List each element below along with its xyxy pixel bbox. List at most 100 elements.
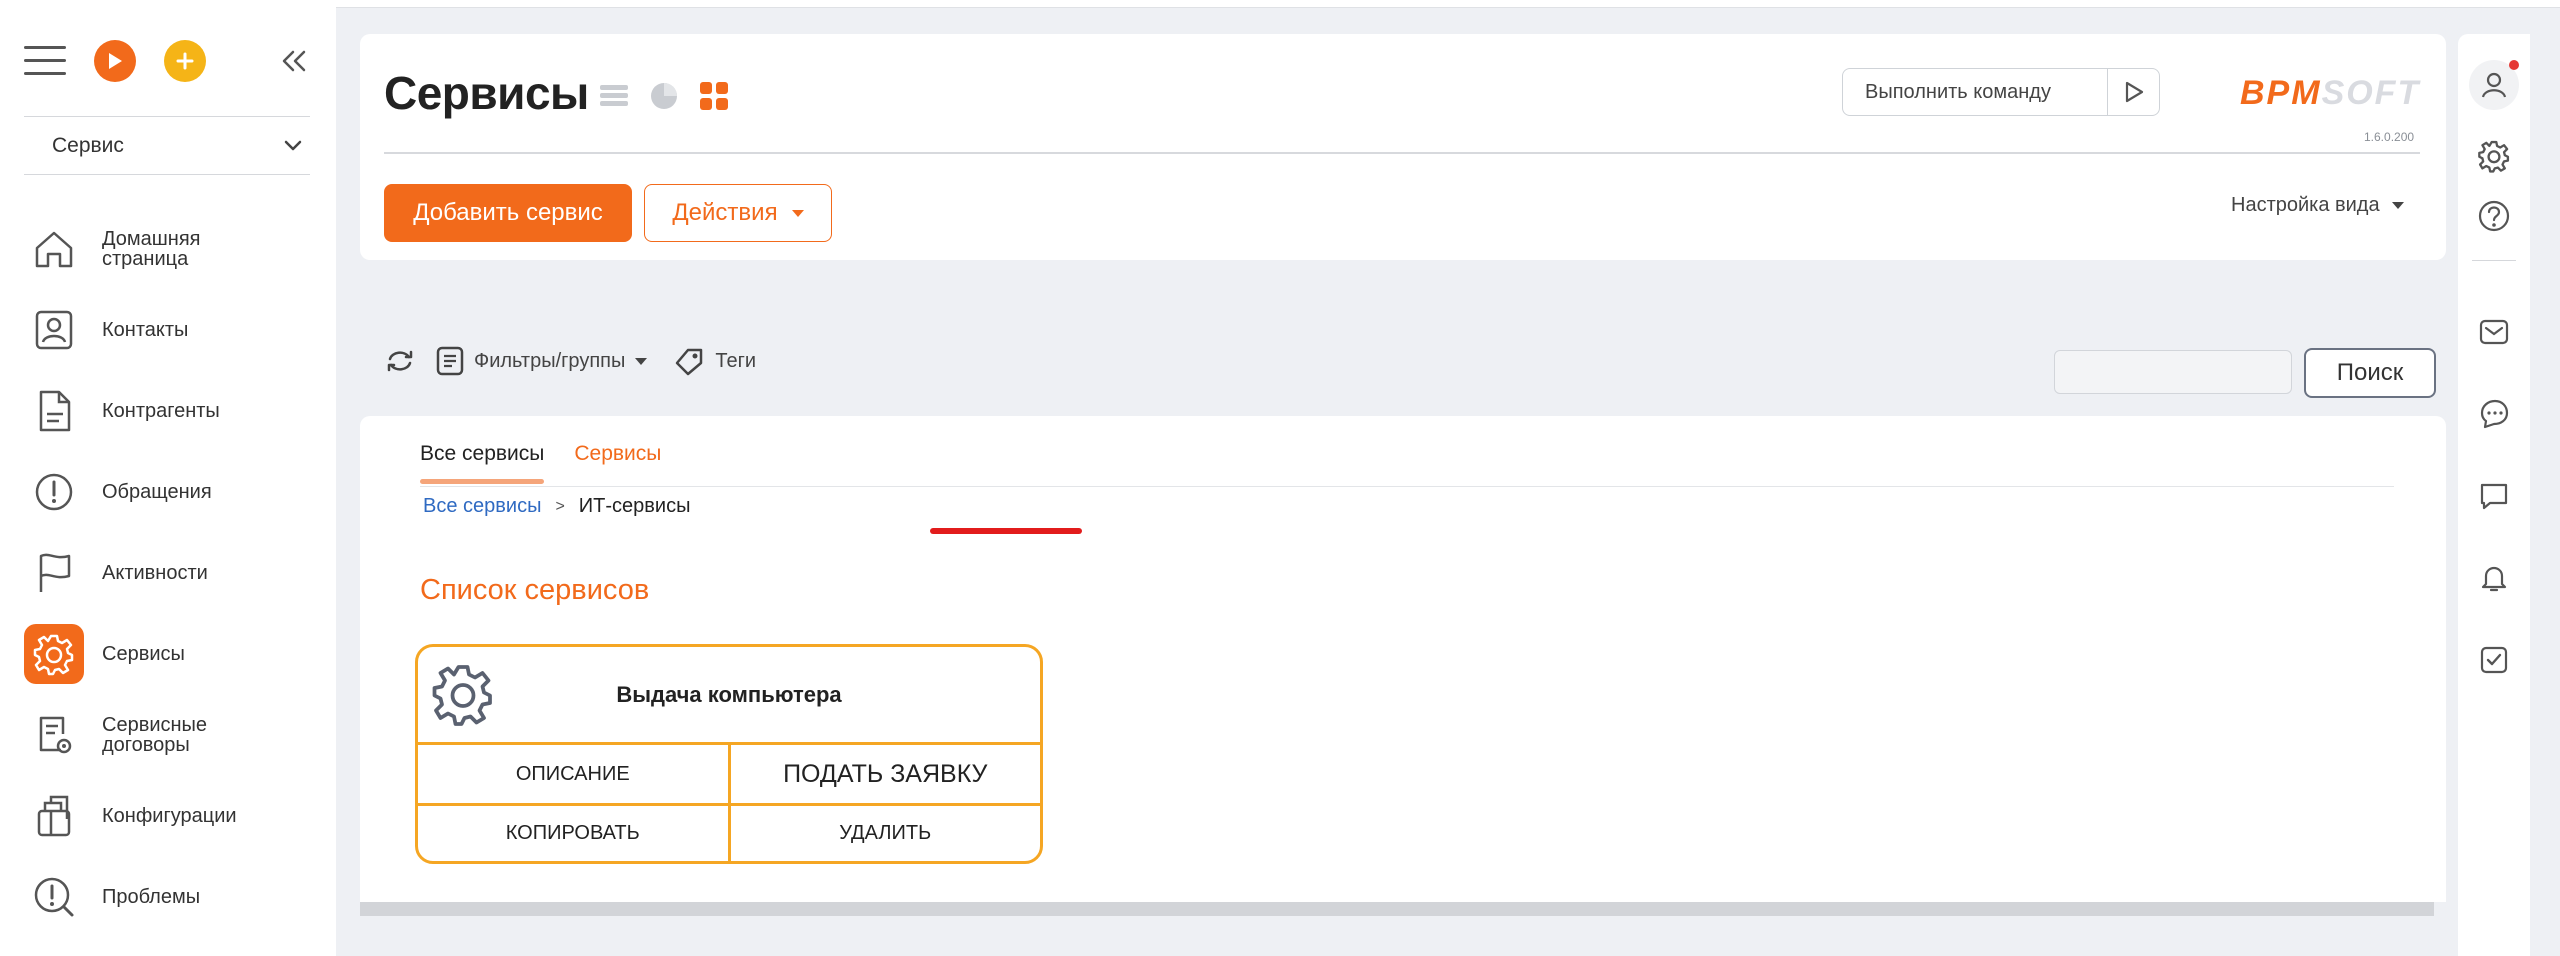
tag-icon: [676, 348, 703, 376]
command-input[interactable]: [1843, 79, 2103, 105]
sidebar-toolbar: [24, 36, 314, 88]
sidebar-item-label: Сервисы: [102, 642, 185, 665]
submit-request-button[interactable]: ПОДАТЬ ЗАЯВКУ: [727, 745, 1041, 803]
caret-down-icon: [635, 357, 648, 365]
left-sidebar: Сервис Домашняя страница Контакты Контра…: [0, 0, 336, 956]
chat-button[interactable]: [2472, 392, 2516, 436]
gear-icon: [24, 623, 84, 684]
notification-dot: [2509, 60, 2519, 70]
workspace-select[interactable]: Сервис: [24, 122, 310, 170]
version-label: 1.6.0.200: [2364, 130, 2415, 144]
play-icon: [109, 53, 122, 69]
configuration-icon: [24, 786, 84, 846]
sidebar-item-configurations[interactable]: Конфигурации: [24, 775, 324, 856]
sidebar-item-cases[interactable]: Обращения: [24, 451, 324, 532]
alert-circle-icon: [24, 462, 84, 522]
refresh-button[interactable]: [384, 347, 416, 375]
page-title: Сервисы: [384, 67, 589, 119]
actions-button[interactable]: Действия: [644, 184, 832, 242]
actions-label: Действия: [672, 199, 778, 226]
refresh-icon: [387, 350, 413, 372]
sidebar-item-label: Активности: [102, 561, 208, 584]
problem-icon: [24, 867, 84, 927]
chevron-down-icon: [284, 140, 302, 151]
collapse-sidebar-button[interactable]: [274, 40, 314, 82]
sidebar-item-label: Конфигурации: [102, 804, 237, 827]
bpmsoft-logo: BPMSOFT: [2240, 74, 2420, 113]
delete-button[interactable]: УДАЛИТЬ: [727, 806, 1041, 861]
tags-label: Теги: [715, 349, 757, 372]
caret-down-icon: [791, 209, 804, 217]
workspace-label: Сервис: [52, 134, 124, 157]
feed-button[interactable]: [2472, 474, 2516, 518]
notifications-button[interactable]: [2472, 556, 2516, 600]
contract-icon: [24, 705, 84, 765]
service-card-header: Выдача компьютера: [418, 647, 1040, 745]
service-name: Выдача компьютера: [616, 681, 842, 707]
view-settings-label: Настройка вида: [2231, 194, 2380, 216]
horizontal-scrollbar[interactable]: [360, 902, 2434, 916]
home-icon: [24, 219, 84, 279]
sidebar-item-contacts[interactable]: Контакты: [24, 289, 324, 370]
breadcrumb-current: ИТ-сервисы: [578, 495, 691, 517]
list-view-icon[interactable]: [598, 80, 630, 112]
sidebar-nav: Домашняя страница Контакты Контрагенты О…: [24, 208, 324, 937]
chart-view-icon[interactable]: [648, 80, 680, 112]
section-title: Список сервисов: [420, 574, 650, 606]
service-card-actions-row: ОПИСАНИЕ ПОДАТЬ ЗАЯВКУ: [418, 745, 1040, 803]
gear-icon: [432, 665, 492, 726]
run-command-button[interactable]: [2107, 69, 2159, 115]
comment-icon: [2480, 483, 2508, 510]
play-button[interactable]: [94, 40, 136, 82]
tab-services[interactable]: Сервисы: [574, 442, 661, 484]
menu-icon[interactable]: [24, 46, 66, 78]
tasks-button[interactable]: [2472, 638, 2516, 682]
sidebar-item-activities[interactable]: Активности: [24, 532, 324, 613]
sidebar-item-service-contracts[interactable]: Сервисные договоры: [24, 694, 324, 775]
plus-icon: [176, 52, 194, 70]
sidebar-item-label: Проблемы: [102, 885, 201, 908]
rail-divider: [2472, 260, 2516, 261]
add-service-button[interactable]: Добавить сервис: [384, 184, 632, 242]
add-button[interactable]: [164, 40, 206, 82]
sidebar-item-accounts[interactable]: Контрагенты: [24, 370, 324, 451]
filters-groups-label: Фильтры/группы: [474, 349, 626, 372]
filter-list-icon: [436, 346, 464, 376]
tab-bar: Все сервисы Сервисы: [420, 442, 661, 484]
sidebar-item-label: Домашняя страница: [102, 227, 201, 270]
tabs-divider: [420, 486, 2394, 487]
bell-icon: [2481, 566, 2507, 592]
page-header: Сервисы BPMSOFT 1.6.0.200 Добавить серви…: [360, 34, 2446, 260]
logo-part-a: BPM: [2240, 74, 2322, 112]
service-card-actions-row: КОПИРОВАТЬ УДАЛИТЬ: [418, 803, 1040, 861]
sidebar-item-home[interactable]: Домашняя страница: [24, 208, 324, 289]
search-button[interactable]: Поиск: [2304, 348, 2436, 398]
copy-button[interactable]: КОПИРОВАТЬ: [418, 806, 728, 861]
description-button[interactable]: ОПИСАНИЕ: [418, 745, 728, 803]
settings-button[interactable]: [2472, 134, 2516, 178]
breadcrumb: Все сервисы > ИТ-сервисы: [423, 495, 690, 518]
tab-all-services[interactable]: Все сервисы: [420, 442, 545, 484]
header-divider: [384, 152, 2420, 154]
sidebar-item-services[interactable]: Сервисы: [24, 613, 324, 694]
filter-bar: Фильтры/группы Теги: [384, 346, 756, 376]
mail-icon: [2479, 319, 2509, 345]
user-profile-button[interactable]: [2469, 60, 2519, 110]
help-button[interactable]: [2472, 194, 2516, 238]
sidebar-item-problems[interactable]: Проблемы: [24, 856, 324, 937]
filters-groups-button[interactable]: Фильтры/группы: [436, 346, 648, 376]
sidebar-item-label: Контакты: [102, 318, 189, 341]
breadcrumb-root-link[interactable]: Все сервисы: [423, 495, 541, 518]
breadcrumb-separator: >: [555, 497, 565, 515]
tile-view-icon[interactable]: [698, 80, 730, 112]
play-outline-icon: [2125, 81, 2143, 103]
document-icon: [24, 381, 84, 441]
logo-part-b: SOFT: [2321, 74, 2421, 112]
service-card: Выдача компьютера ОПИСАНИЕ ПОДАТЬ ЗАЯВКУ…: [415, 644, 1043, 864]
highlight-underline: [930, 528, 1082, 534]
tags-button[interactable]: Теги: [673, 346, 756, 376]
sidebar-divider: [24, 116, 310, 117]
search-input[interactable]: [2054, 350, 2292, 394]
view-settings-button[interactable]: Настройка вида: [2231, 194, 2404, 217]
email-button[interactable]: [2472, 310, 2516, 354]
